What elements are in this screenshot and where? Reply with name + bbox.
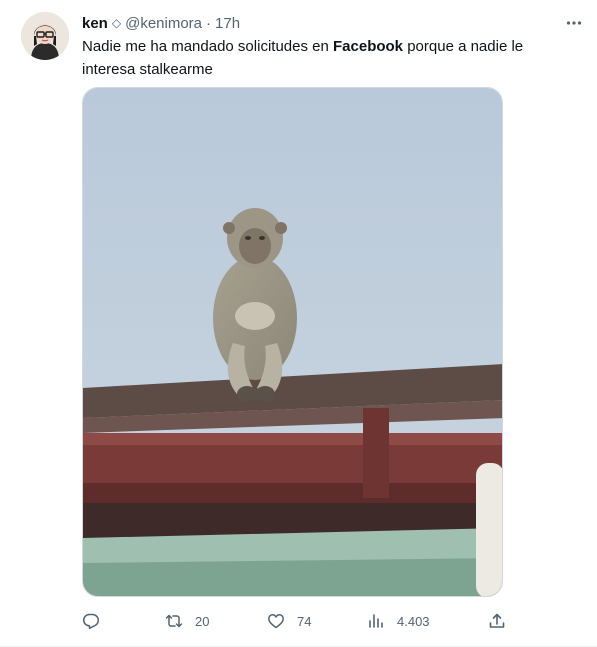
tweet-text-start: Nadie me ha mandado solicitudes en <box>82 38 333 55</box>
reply-button[interactable] <box>82 610 112 632</box>
more-icon[interactable] <box>563 12 585 34</box>
monkey-photo <box>83 88 502 596</box>
tweet-actions: 20 74 4.403 <box>82 610 512 632</box>
tweet-text: Nadie me ha mandado solicitudes en Faceb… <box>82 35 552 81</box>
tweet-text-bold: Facebook <box>333 38 404 55</box>
retweet-count: 20 <box>195 613 210 629</box>
views-icon <box>369 614 383 628</box>
like-count: 74 <box>297 613 312 629</box>
like-button[interactable]: 74 <box>267 610 311 632</box>
avatar[interactable] <box>21 12 69 60</box>
share-icon <box>489 613 505 628</box>
retweet-button[interactable]: 20 <box>165 610 209 632</box>
reply-icon <box>82 613 100 630</box>
share-button[interactable] <box>488 610 506 632</box>
tweet-media[interactable] <box>82 87 503 597</box>
timestamp[interactable]: 17h <box>215 15 240 32</box>
tweet[interactable]: ken ◇ @kenimora · 17h Nadie me ha mandad… <box>0 0 597 647</box>
views-button[interactable]: 4.403 <box>367 610 430 632</box>
avatar-image <box>21 12 69 60</box>
views-count: 4.403 <box>397 613 430 629</box>
retweet-icon <box>165 614 183 628</box>
heart-icon <box>268 614 284 629</box>
tweet-header: ken ◇ @kenimora · 17h <box>82 13 577 33</box>
verified-icon: ◇ <box>111 16 122 30</box>
separator: · <box>206 14 212 32</box>
author-name[interactable]: ken <box>82 15 108 32</box>
author-handle[interactable]: @kenimora <box>125 15 202 32</box>
